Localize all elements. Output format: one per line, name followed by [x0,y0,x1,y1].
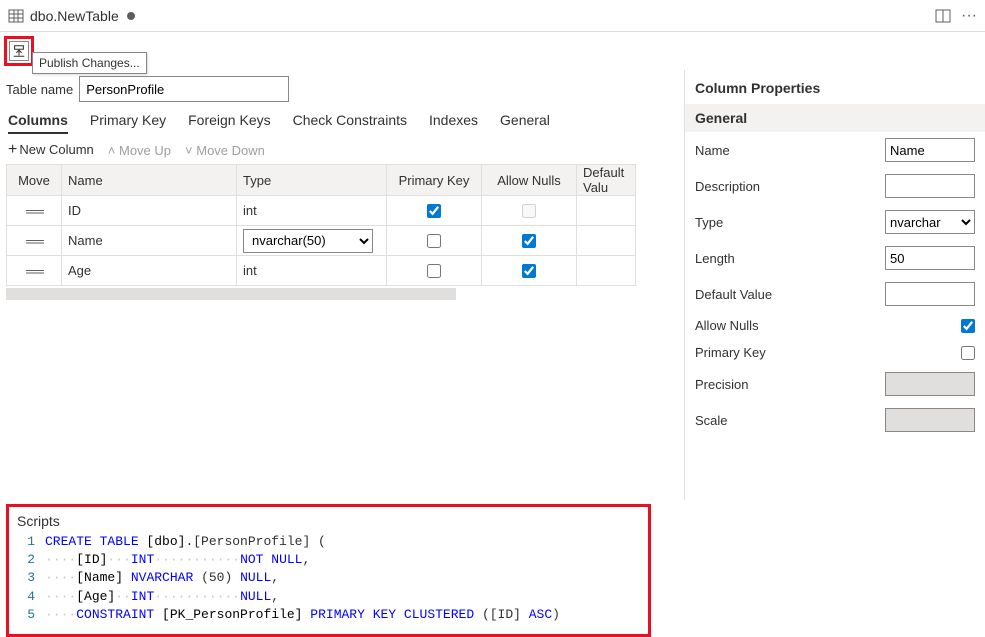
prop-name-label: Name [695,143,879,158]
cell-name[interactable]: Age [62,256,237,285]
prop-default-label: Default Value [695,287,879,302]
cell-default[interactable] [577,226,635,255]
cell-default[interactable] [577,196,635,225]
designer-left-pane: Table name Columns Primary Key Foreign K… [0,70,685,500]
table-row[interactable]: ══ Namenvarchar(50) [7,225,635,255]
cell-type[interactable]: int [237,256,387,285]
grid-header: Move Name Type Primary Key Allow Nulls D… [7,165,635,195]
tab-foreign-keys[interactable]: Foreign Keys [188,112,270,134]
tab-general[interactable]: General [500,112,550,134]
col-pk-header: Primary Key [387,165,482,195]
col-default-header: Default Valu [577,165,635,195]
table-icon [8,8,24,24]
move-down-button[interactable]: ˅ Move Down [185,143,265,158]
scripts-title: Scripts [17,513,640,529]
cell-name[interactable]: ID [62,196,237,225]
split-editor-icon[interactable] [935,8,951,24]
prop-name-input[interactable] [885,138,975,162]
cell-type[interactable]: nvarchar(50) [237,226,387,255]
drag-handle-icon[interactable]: ══ [26,203,42,219]
designer-tabs: Columns Primary Key Foreign Keys Check C… [6,112,684,134]
move-up-button[interactable]: ˄ Move Up [108,143,171,158]
cell-nulls-checkbox[interactable] [522,204,536,218]
publish-button[interactable] [9,41,29,61]
tab-primary-key[interactable]: Primary Key [90,112,166,134]
prop-desc-input[interactable] [885,174,975,198]
title-bar: dbo.NewTable ··· [0,0,985,32]
prop-nulls-label: Allow Nulls [695,318,955,333]
table-row[interactable]: ══ IDint [7,195,635,225]
cell-nulls-checkbox[interactable] [522,234,536,248]
cell-pk-checkbox[interactable] [427,264,441,278]
toolbar: Publish Changes... [0,32,985,70]
col-nulls-header: Allow Nulls [482,165,577,195]
prop-nulls-checkbox[interactable] [961,319,975,333]
columns-grid: Move Name Type Primary Key Allow Nulls D… [6,164,636,286]
script-editor[interactable]: 1CREATE TABLE [dbo].[PersonProfile] (2··… [17,533,640,624]
horizontal-scrollbar[interactable] [6,288,456,300]
prop-desc-label: Description [695,179,879,194]
tab-check-constraints[interactable]: Check Constraints [293,112,407,134]
prop-length-input[interactable] [885,246,975,270]
table-name-input[interactable] [79,76,289,102]
column-toolbar: +New Column ˄ Move Up ˅ Move Down [6,142,684,158]
prop-precision-label: Precision [695,377,879,392]
new-column-button[interactable]: +New Column [8,142,94,158]
scripts-panel: Scripts 1CREATE TABLE [dbo].[PersonProfi… [6,504,651,637]
props-title: Column Properties [685,70,985,104]
chevron-up-icon: ˄ [108,143,119,158]
prop-type-label: Type [695,215,879,230]
prop-precision-input [885,372,975,396]
highlight-publish [4,36,34,66]
cell-pk-checkbox[interactable] [427,204,441,218]
cell-type[interactable]: int [237,196,387,225]
tab-columns[interactable]: Columns [8,112,68,134]
cell-nulls-checkbox[interactable] [522,264,536,278]
publish-tooltip: Publish Changes... [32,52,147,74]
cell-default[interactable] [577,256,635,285]
table-name-label: Table name [6,82,73,97]
prop-pk-label: Primary Key [695,345,955,360]
drag-handle-icon[interactable]: ══ [26,233,42,249]
chevron-down-icon: ˅ [185,143,196,158]
prop-scale-input [885,408,975,432]
table-row[interactable]: ══ Ageint [7,255,635,285]
prop-default-input[interactable] [885,282,975,306]
type-select[interactable]: nvarchar(50) [243,229,373,253]
prop-length-label: Length [695,251,879,266]
cell-name[interactable]: Name [62,226,237,255]
drag-handle-icon[interactable]: ══ [26,263,42,279]
prop-type-select[interactable]: nvarchar [885,210,975,234]
table-name-row: Table name [6,76,684,102]
tab-indexes[interactable]: Indexes [429,112,478,134]
prop-pk-checkbox[interactable] [961,346,975,360]
col-type-header: Type [237,165,387,195]
more-icon[interactable]: ··· [961,7,977,25]
col-move-header: Move [7,165,62,195]
col-name-header: Name [62,165,237,195]
cell-pk-checkbox[interactable] [427,234,441,248]
props-section-general: General [685,104,985,132]
prop-scale-label: Scale [695,413,879,428]
column-properties-pane: Column Properties General Name Descripti… [685,70,985,500]
dirty-indicator-icon [127,12,135,20]
document-title: dbo.NewTable [30,8,119,24]
